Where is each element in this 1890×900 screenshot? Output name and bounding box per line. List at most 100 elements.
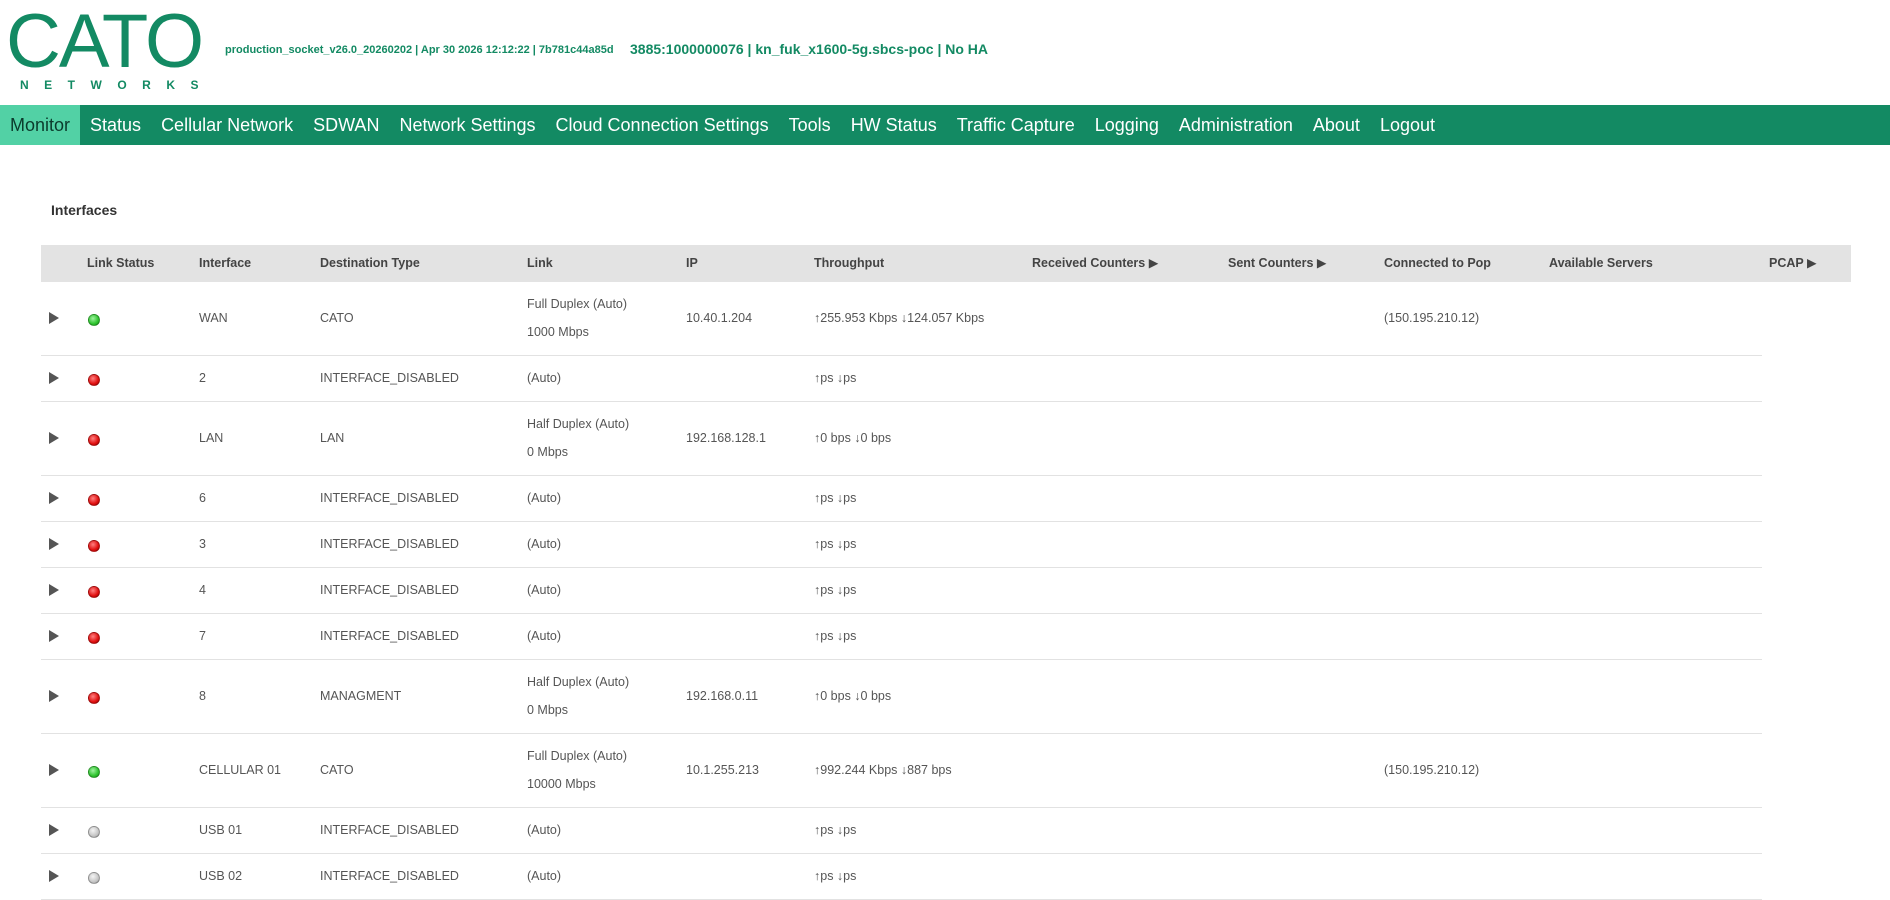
- nav-item-sdwan[interactable]: SDWAN: [303, 105, 389, 145]
- link-info: Half Duplex (Auto) 0 Mbps: [527, 668, 629, 724]
- expand-row-icon[interactable]: [49, 763, 59, 776]
- interfaces-table: Link Status Interface Destination Type L…: [41, 245, 1851, 900]
- destination-type: MANAGMENT: [320, 688, 402, 703]
- table-row: LAN LAN Half Duplex (Auto) 0 Mbps 192.168.12…: [41, 402, 1762, 476]
- link-speed: 10000 Mbps: [527, 777, 596, 791]
- header: CATO NETWORKS production_socket_v26.0_20…: [0, 0, 1890, 105]
- interface-name: 4: [199, 582, 206, 597]
- link-status-grey-icon: [88, 871, 100, 884]
- throughput-value: ↑ps ↓ps: [814, 582, 857, 597]
- link-info: Full Duplex (Auto) 10000 Mbps: [527, 742, 627, 798]
- main-nav: Monitor Status Cellular Network SDWAN Networ…: [0, 105, 1890, 145]
- destination-type: CATO: [320, 310, 354, 325]
- link-info: Full Duplex (Auto) 1000 Mbps: [527, 290, 627, 346]
- nav-item-logging[interactable]: Logging: [1085, 105, 1169, 145]
- link-speed: 0 Mbps: [527, 703, 568, 717]
- expand-row-icon[interactable]: [49, 311, 59, 324]
- link-duplex: Full Duplex (Auto): [527, 749, 628, 763]
- link-info: (Auto): [527, 868, 562, 883]
- link-info: (Auto): [527, 536, 562, 551]
- expand-row-icon[interactable]: [49, 537, 59, 550]
- interface-name: 3: [199, 536, 206, 551]
- table-row: USB 02 INTERFACE_DISABLED (Auto) ↑ps ↓ps: [41, 854, 1762, 900]
- table-row: 3 INTERFACE_DISABLED (Auto) ↑ps ↓ps: [41, 522, 1762, 568]
- link-duplex: Full Duplex (Auto): [527, 297, 628, 311]
- throughput-value: ↑0 bps ↓0 bps: [814, 688, 892, 703]
- table-row: 6 INTERFACE_DISABLED (Auto) ↑ps ↓ps: [41, 476, 1762, 522]
- link-duplex: Half Duplex (Auto): [527, 675, 630, 689]
- site-info: 3885:1000000076 | kn_fuk_x1600-5g.sbcs-p…: [630, 41, 989, 57]
- col-received-counters-toggle[interactable]: Received Counters ▶: [1032, 245, 1158, 282]
- nav-item-administration[interactable]: Administration: [1169, 105, 1303, 145]
- table-row: 4 INTERFACE_DISABLED (Auto) ↑ps ↓ps: [41, 568, 1762, 614]
- expand-row-icon[interactable]: [49, 491, 59, 504]
- col-destination-type: Destination Type: [320, 256, 420, 270]
- connected-pop: (150.195.210.12): [1384, 762, 1480, 777]
- nav-item-monitor[interactable]: Monitor: [0, 105, 81, 145]
- table-header: Link Status Interface Destination Type L…: [41, 245, 1851, 282]
- expand-row-icon[interactable]: [49, 869, 59, 882]
- destination-type: INTERFACE_DISABLED: [320, 868, 459, 883]
- col-connected-to-pop: Connected to Pop: [1384, 256, 1491, 270]
- destination-type: LAN: [320, 430, 345, 445]
- link-status-red-icon: [88, 373, 100, 386]
- ip-address: 192.168.128.1: [686, 430, 766, 445]
- destination-type: INTERFACE_DISABLED: [320, 628, 459, 643]
- section-title-interfaces: Interfaces: [51, 202, 118, 218]
- throughput-value: ↑ps ↓ps: [814, 370, 857, 385]
- link-info: (Auto): [527, 370, 562, 385]
- nav-item-traffic-capture[interactable]: Traffic Capture: [947, 105, 1085, 145]
- expand-row-icon[interactable]: [49, 371, 59, 384]
- cato-logo-subtitle: NETWORKS: [20, 78, 214, 92]
- interface-name: LAN: [199, 430, 224, 445]
- nav-item-cellular-network[interactable]: Cellular Network: [151, 105, 303, 145]
- interface-name: USB 01: [199, 822, 243, 837]
- throughput-value: ↑992.244 Kbps ↓887 bps: [814, 762, 952, 777]
- ip-address: 192.168.0.11: [686, 688, 759, 703]
- interface-name: USB 02: [199, 868, 243, 883]
- table-row: USB 01 INTERFACE_DISABLED (Auto) ↑ps ↓ps: [41, 808, 1762, 854]
- nav-item-status[interactable]: Status: [80, 105, 151, 145]
- link-speed: 1000 Mbps: [527, 325, 589, 339]
- destination-type: INTERFACE_DISABLED: [320, 582, 459, 597]
- expand-row-icon[interactable]: [49, 583, 59, 596]
- nav-item-network-settings[interactable]: Network Settings: [389, 105, 545, 145]
- col-pcap-toggle[interactable]: PCAP ▶: [1769, 245, 1817, 282]
- nav-item-logout[interactable]: Logout: [1370, 105, 1445, 145]
- link-status-red-icon: [88, 585, 100, 598]
- table-row: 2 INTERFACE_DISABLED (Auto) ↑ps ↓ps: [41, 356, 1762, 402]
- table-row: 8 MANAGMENT Half Duplex (Auto) 0 Mbps 192.16…: [41, 660, 1762, 734]
- col-interface: Interface: [199, 256, 252, 270]
- link-info: Half Duplex (Auto) 0 Mbps: [527, 410, 629, 466]
- nav-item-hw-status[interactable]: HW Status: [841, 105, 947, 145]
- expand-row-icon[interactable]: [49, 431, 59, 444]
- cato-logo: CATO: [6, 0, 204, 84]
- col-link: Link: [527, 256, 553, 270]
- nav-item-tools[interactable]: Tools: [779, 105, 841, 145]
- table-row: 7 INTERFACE_DISABLED (Auto) ↑ps ↓ps: [41, 614, 1762, 660]
- link-duplex: Half Duplex (Auto): [527, 417, 630, 431]
- link-status-red-icon: [88, 493, 100, 506]
- link-info: (Auto): [527, 490, 562, 505]
- ip-address: 10.40.1.204: [686, 310, 753, 325]
- nav-item-cloud-connection-settings[interactable]: Cloud Connection Settings: [546, 105, 779, 145]
- link-status-green-icon: [88, 765, 100, 778]
- nav-item-about[interactable]: About: [1303, 105, 1370, 145]
- col-ip: IP: [686, 256, 698, 270]
- link-speed: 0 Mbps: [527, 445, 568, 459]
- destination-type: INTERFACE_DISABLED: [320, 822, 459, 837]
- link-status-red-icon: [88, 631, 100, 644]
- table-row: WAN CATO Full Duplex (Auto) 1000 Mbps 10.40.…: [41, 282, 1762, 356]
- expand-row-icon[interactable]: [49, 689, 59, 702]
- link-status-red-icon: [88, 539, 100, 552]
- throughput-value: ↑ps ↓ps: [814, 490, 857, 505]
- col-link-status: Link Status: [87, 256, 155, 270]
- link-status-red-icon: [88, 691, 100, 704]
- destination-type: INTERFACE_DISABLED: [320, 490, 459, 505]
- interface-name: 7: [199, 628, 206, 643]
- col-throughput: Throughput: [814, 256, 885, 270]
- expand-row-icon[interactable]: [49, 823, 59, 836]
- col-sent-counters-toggle[interactable]: Sent Counters ▶: [1228, 245, 1327, 282]
- link-info: (Auto): [527, 582, 562, 597]
- expand-row-icon[interactable]: [49, 629, 59, 642]
